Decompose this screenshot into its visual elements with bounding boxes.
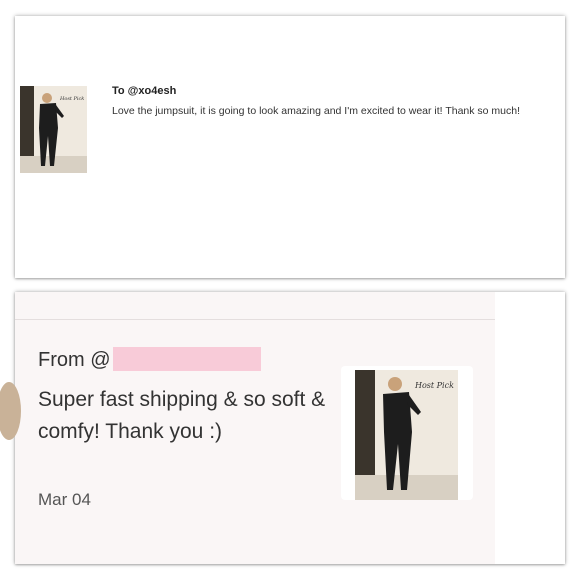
received-review-card: From @ Super fast shipping & so soft & c… bbox=[0, 292, 565, 564]
host-pick-caption: Host Pick bbox=[414, 381, 454, 390]
recipient-label: To @xo4esh bbox=[112, 85, 177, 97]
sender-prefix: From @ bbox=[38, 349, 111, 371]
listing-photo-thumbnail[interactable]: Host Pick bbox=[355, 370, 458, 500]
review-date: Mar 04 bbox=[38, 490, 91, 509]
review-panel: From @ Super fast shipping & so soft & c… bbox=[0, 292, 495, 564]
jumpsuit-photo: Host Pick bbox=[355, 370, 458, 500]
jumpsuit-photo: Host Pick bbox=[20, 86, 87, 173]
redacted-username bbox=[112, 347, 261, 371]
jumpsuit-photo-thumbnail[interactable]: Host Pick bbox=[20, 86, 87, 173]
review-text: Super fast shipping & so soft & comfy! T… bbox=[38, 388, 326, 443]
sender-line: From @ bbox=[38, 347, 261, 372]
divider bbox=[15, 319, 495, 320]
note-message: Love the jumpsuit, it is going to look a… bbox=[112, 105, 521, 117]
sent-note-card: Host Pick To @xo4esh Love the jumpsuit, … bbox=[15, 16, 565, 278]
avatar[interactable] bbox=[0, 382, 21, 440]
host-pick-caption: Host Pick bbox=[59, 96, 84, 102]
